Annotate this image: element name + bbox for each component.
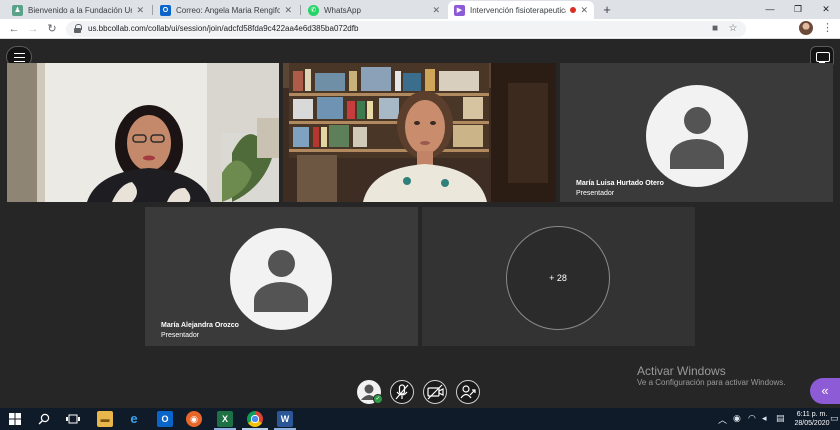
word-icon[interactable]: W [277,411,293,427]
share-content-button[interactable] [456,380,480,404]
tab-separator [152,5,153,15]
wifi-icon[interactable]: ◠ [748,413,756,424]
tab-title: Bienvenido a la Fundación Unive [28,5,132,15]
excel-icon[interactable]: X [217,411,233,427]
outlook-icon[interactable]: O [157,411,173,427]
minimize-button[interactable]: — [756,0,784,19]
blackboard-icon: ▶ [454,4,465,16]
url-text[interactable]: us.bbcollab.com/collab/ui/session/join/a… [88,24,358,33]
participant-role: Presentador [161,332,200,339]
available-check-icon: ✓ [373,394,383,404]
participant-name: María Alejandra Orozco [161,322,239,329]
microphone-muted-icon [395,384,409,400]
camera-toggle-button[interactable] [423,380,447,404]
system-clock[interactable]: 6:11 p. m. 28/05/2020 [794,410,830,428]
address-bar[interactable]: us.bbcollab.com/collab/ui/session/join/a… [66,21,746,37]
participant-video-tile[interactable] [283,63,556,202]
browser-tab-strip: ♟ Bienvenido a la Fundación Unive ✕ O Co… [0,0,840,19]
tab-close-icon[interactable]: ✕ [136,5,144,16]
windows-activation-subtitle: Ve a Configuración para activar Windows. [637,378,786,387]
new-tab-button[interactable]: + [598,1,616,18]
user-avatar-icon [230,228,332,330]
open-panel-button[interactable]: « [810,378,840,404]
show-hidden-icons-icon[interactable]: ︿ [718,413,727,426]
windows-activation-title: Activar Windows [637,364,726,378]
menu-line [14,57,25,58]
tab-title: Intervención fisioterapeutica [470,5,567,15]
windows-taskbar: ▬ e O ◉ X W ︿ ◉ ◠ ◂ ▤ 6:11 p. m. 28/05/2… [0,408,840,430]
tab-close-icon[interactable]: ✕ [284,5,292,16]
participant-video [283,63,556,202]
clock-date: 28/05/2020 [794,420,830,427]
participant-role: Presentador [576,190,615,197]
browser-toolbar: ← → ↻ us.bbcollab.com/collab/ui/session/… [0,19,840,39]
tab-close-icon[interactable]: ✕ [580,5,588,16]
tab-fundacion[interactable]: ♟ Bienvenido a la Fundación Unive ✕ [6,1,150,19]
windows-start-icon[interactable] [9,413,21,425]
university-icon: ♟ [12,4,23,16]
recording-dot-icon [570,7,577,13]
whatsapp-icon: ✆ [308,4,319,16]
maximize-button[interactable]: ❐ [784,0,812,19]
network-icon[interactable]: ◉ [733,413,741,424]
tab-separator [300,5,301,15]
reload-icon[interactable]: ↻ [44,21,60,37]
language-icon[interactable]: ▤ [776,413,785,424]
forward-icon[interactable]: → [25,21,41,37]
menu-line [14,53,25,54]
clock-time: 6:11 p. m. [796,411,828,418]
tab-whatsapp[interactable]: ✆ WhatsApp ✕ [302,1,446,19]
notifications-icon[interactable]: ▭ [830,413,839,424]
back-icon[interactable]: ← [6,21,22,37]
tab-intervencion[interactable]: ▶ Intervención fisioterapeutica ✕ [448,1,594,19]
more-participants-count: + 28 [506,226,610,330]
star-icon[interactable]: ☆ [726,23,740,35]
user-avatar-icon [646,85,748,187]
more-menu-icon[interactable]: ⋮ [822,21,833,35]
chrome-icon[interactable] [247,411,263,427]
participant-name: María Luisa Hurtado Otero [576,180,664,187]
participant-tile[interactable]: María Alejandra Orozco Presentador [145,207,418,346]
lock-icon [74,24,82,33]
camera-off-icon [427,384,444,400]
edge-icon[interactable]: e [126,411,142,427]
tab-title: WhatsApp [324,5,361,15]
my-status-button[interactable]: ✓ [357,380,383,404]
volume-icon[interactable]: ◂ [762,413,767,424]
share-content-icon [460,385,476,399]
profile-avatar[interactable] [799,21,813,35]
outlook-icon: O [160,4,171,16]
participant-video [7,63,279,202]
menu-line [14,61,25,62]
tab-close-icon[interactable]: ✕ [432,5,440,16]
participant-tile[interactable]: María Luisa Hurtado Otero Presentador [560,63,833,202]
more-participants-tile[interactable]: + 28 [422,207,695,346]
close-window-button[interactable]: ✕ [812,0,840,19]
camera-icon[interactable]: ■ [708,23,722,35]
microphone-toggle-button[interactable] [390,380,414,404]
chevron-left-icon: « [821,383,829,398]
firefox-icon[interactable]: ◉ [186,411,202,427]
task-view-icon[interactable] [66,413,80,425]
file-explorer-icon[interactable]: ▬ [97,411,113,427]
tab-title: Correo: Angela Maria Rengifo Te [176,5,281,15]
search-icon[interactable] [38,413,50,425]
participant-video-tile[interactable] [7,63,279,202]
tab-correo[interactable]: O Correo: Angela Maria Rengifo Te ✕ [154,1,298,19]
